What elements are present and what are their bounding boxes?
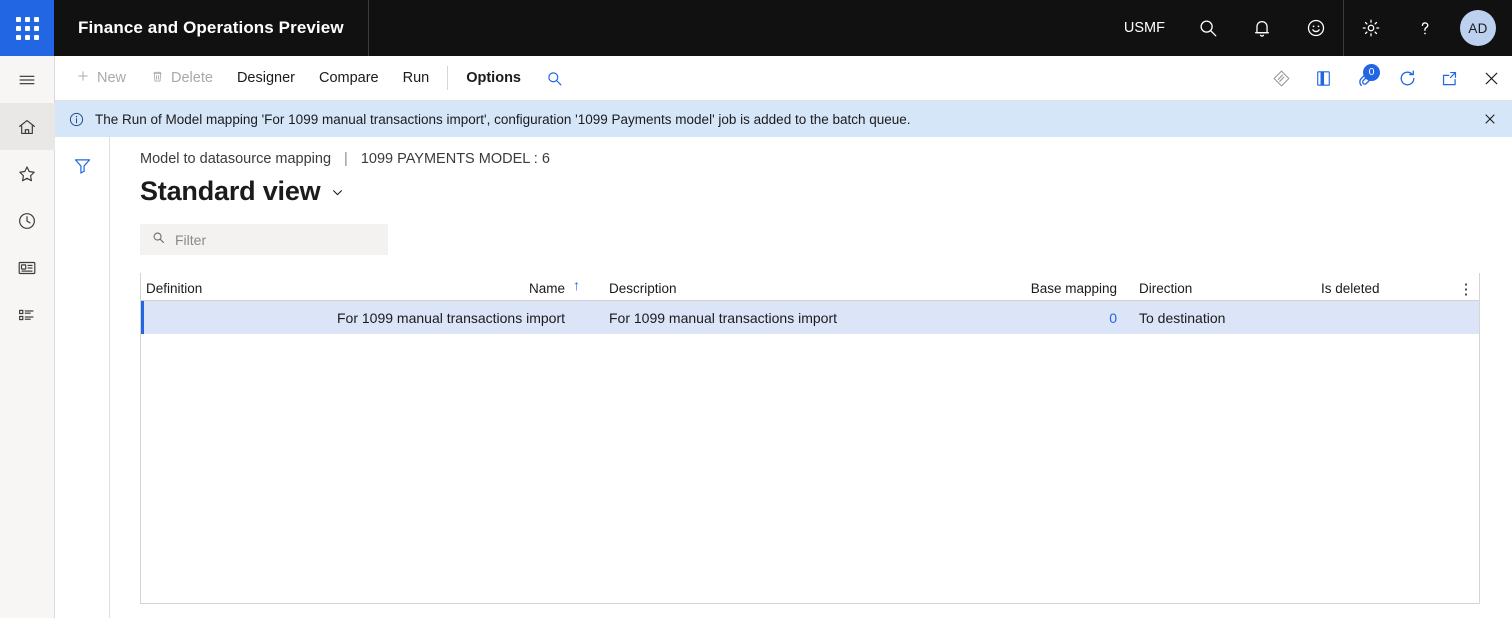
action-toolbar: New Delete Designer Compare Run Options: [55, 56, 1512, 101]
app-launcher-button[interactable]: [0, 0, 54, 56]
toolbar-divider: [447, 66, 449, 90]
trash-icon: [150, 69, 165, 88]
page-title-selector[interactable]: Standard view: [140, 176, 1512, 207]
run-button-label: Run: [402, 70, 430, 86]
column-header-base-mapping-label: Base mapping: [1030, 281, 1117, 296]
sort-ascending-icon[interactable]: ↑: [573, 277, 599, 300]
sidebar-item-home[interactable]: [0, 103, 55, 150]
search-icon[interactable]: [1181, 0, 1235, 56]
designer-button[interactable]: Designer: [225, 56, 307, 101]
new-button[interactable]: New: [63, 56, 138, 101]
compare-button[interactable]: Compare: [307, 56, 391, 101]
options-tab-label: Options: [466, 70, 521, 86]
message-bar: The Run of Model mapping 'For 1099 manua…: [55, 101, 1512, 137]
breadcrumb-current: 1099 PAYMENTS MODEL : 6: [360, 151, 550, 167]
delete-button-label: Delete: [171, 70, 213, 86]
main-content: Model to datasource mapping | 1099 PAYME…: [110, 137, 1512, 618]
compare-button-label: Compare: [318, 70, 379, 86]
sidebar-item-modules[interactable]: [0, 291, 55, 338]
filter-funnel-icon[interactable]: [65, 148, 99, 182]
toolbar-search-icon[interactable]: [533, 56, 575, 101]
close-icon[interactable]: [1470, 56, 1512, 101]
breadcrumb-parent[interactable]: Model to datasource mapping: [140, 151, 331, 167]
column-header-definition[interactable]: Definition: [141, 281, 273, 300]
header-spacer: [369, 0, 1108, 56]
column-header-name-label: Name: [528, 281, 565, 296]
breadcrumb: Model to datasource mapping | 1099 PAYME…: [140, 137, 1512, 167]
chevron-down-icon: [329, 184, 346, 206]
column-header-base-mapping[interactable]: Base mapping: [925, 281, 1127, 300]
attachment-count-badge: 0: [1363, 63, 1380, 81]
company-selector[interactable]: USMF: [1108, 0, 1181, 56]
plus-icon: [75, 68, 91, 88]
message-text: The Run of Model mapping 'For 1099 manua…: [95, 111, 911, 127]
app-launcher-icon: [15, 16, 39, 40]
column-header-direction-label: Direction: [1139, 281, 1193, 296]
search-icon: [151, 230, 166, 250]
info-circle-icon: [68, 111, 85, 128]
grid-body: For 1099 manual transactions import For …: [141, 301, 1479, 597]
column-header-description-label: Description: [609, 281, 677, 296]
settings-gear-icon[interactable]: [1344, 0, 1398, 56]
column-header-is-deleted[interactable]: Is deleted: [1309, 281, 1449, 300]
breadcrumb-separator: |: [344, 151, 348, 167]
sidebar-item-recent[interactable]: [0, 197, 55, 244]
app-header: Finance and Operations Preview USMF AD: [0, 0, 1512, 56]
refresh-icon[interactable]: [1386, 56, 1428, 101]
feedback-smiley-icon[interactable]: [1289, 0, 1343, 56]
run-button[interactable]: Run: [391, 56, 442, 101]
sort-arrow-glyph: ↑: [573, 277, 580, 293]
header-actions: USMF AD: [1108, 0, 1512, 56]
company-label: USMF: [1123, 20, 1165, 36]
overflow-menu-icon[interactable]: ⋮: [1453, 282, 1479, 300]
app-title-text: Finance and Operations Preview: [78, 18, 344, 37]
sidebar-item-workspaces[interactable]: [0, 244, 55, 291]
message-close-icon[interactable]: [1468, 101, 1512, 137]
data-grid: Definition Name ↑ Description Base mappi…: [140, 273, 1480, 604]
sidebar-item-favorites[interactable]: [0, 150, 55, 197]
new-button-label: New: [97, 70, 127, 86]
options-tab[interactable]: Options: [454, 56, 533, 101]
cell-base-mapping-value: 0: [1109, 309, 1117, 326]
delete-button[interactable]: Delete: [138, 56, 225, 101]
column-header-is-deleted-label: Is deleted: [1321, 281, 1380, 296]
column-header-direction[interactable]: Direction: [1127, 281, 1309, 300]
cell-direction[interactable]: To destination: [1127, 310, 1309, 326]
grid-header-row: Definition Name ↑ Description Base mappi…: [141, 273, 1479, 301]
table-row[interactable]: For 1099 manual transactions import For …: [141, 301, 1479, 334]
help-question-icon[interactable]: [1398, 0, 1452, 56]
notifications-bell-icon[interactable]: [1235, 0, 1289, 56]
avatar[interactable]: AD: [1460, 10, 1496, 46]
personalize-diamond-icon[interactable]: [1260, 56, 1302, 101]
filter-search-box[interactable]: [140, 224, 388, 255]
navigation-rail: [0, 56, 55, 618]
attachments-paperclip-icon[interactable]: 0: [1344, 56, 1386, 101]
page-title: Standard view: [140, 176, 321, 206]
column-header-description[interactable]: Description: [599, 281, 925, 300]
avatar-initials: AD: [1468, 20, 1488, 36]
filter-pane: [55, 137, 110, 618]
column-header-definition-label: Definition: [146, 281, 203, 296]
designer-button-label: Designer: [236, 70, 295, 86]
open-panel-icon[interactable]: [1302, 56, 1344, 101]
app-title[interactable]: Finance and Operations Preview: [54, 0, 369, 56]
filter-input[interactable]: [175, 231, 355, 248]
cell-description[interactable]: For 1099 manual transactions import: [599, 310, 925, 326]
pop-out-icon[interactable]: [1428, 56, 1470, 101]
column-header-name[interactable]: Name: [273, 281, 573, 300]
cell-name[interactable]: For 1099 manual transactions import: [273, 310, 573, 326]
cell-base-mapping[interactable]: 0: [925, 310, 1127, 326]
hamburger-menu-icon[interactable]: [0, 56, 55, 103]
